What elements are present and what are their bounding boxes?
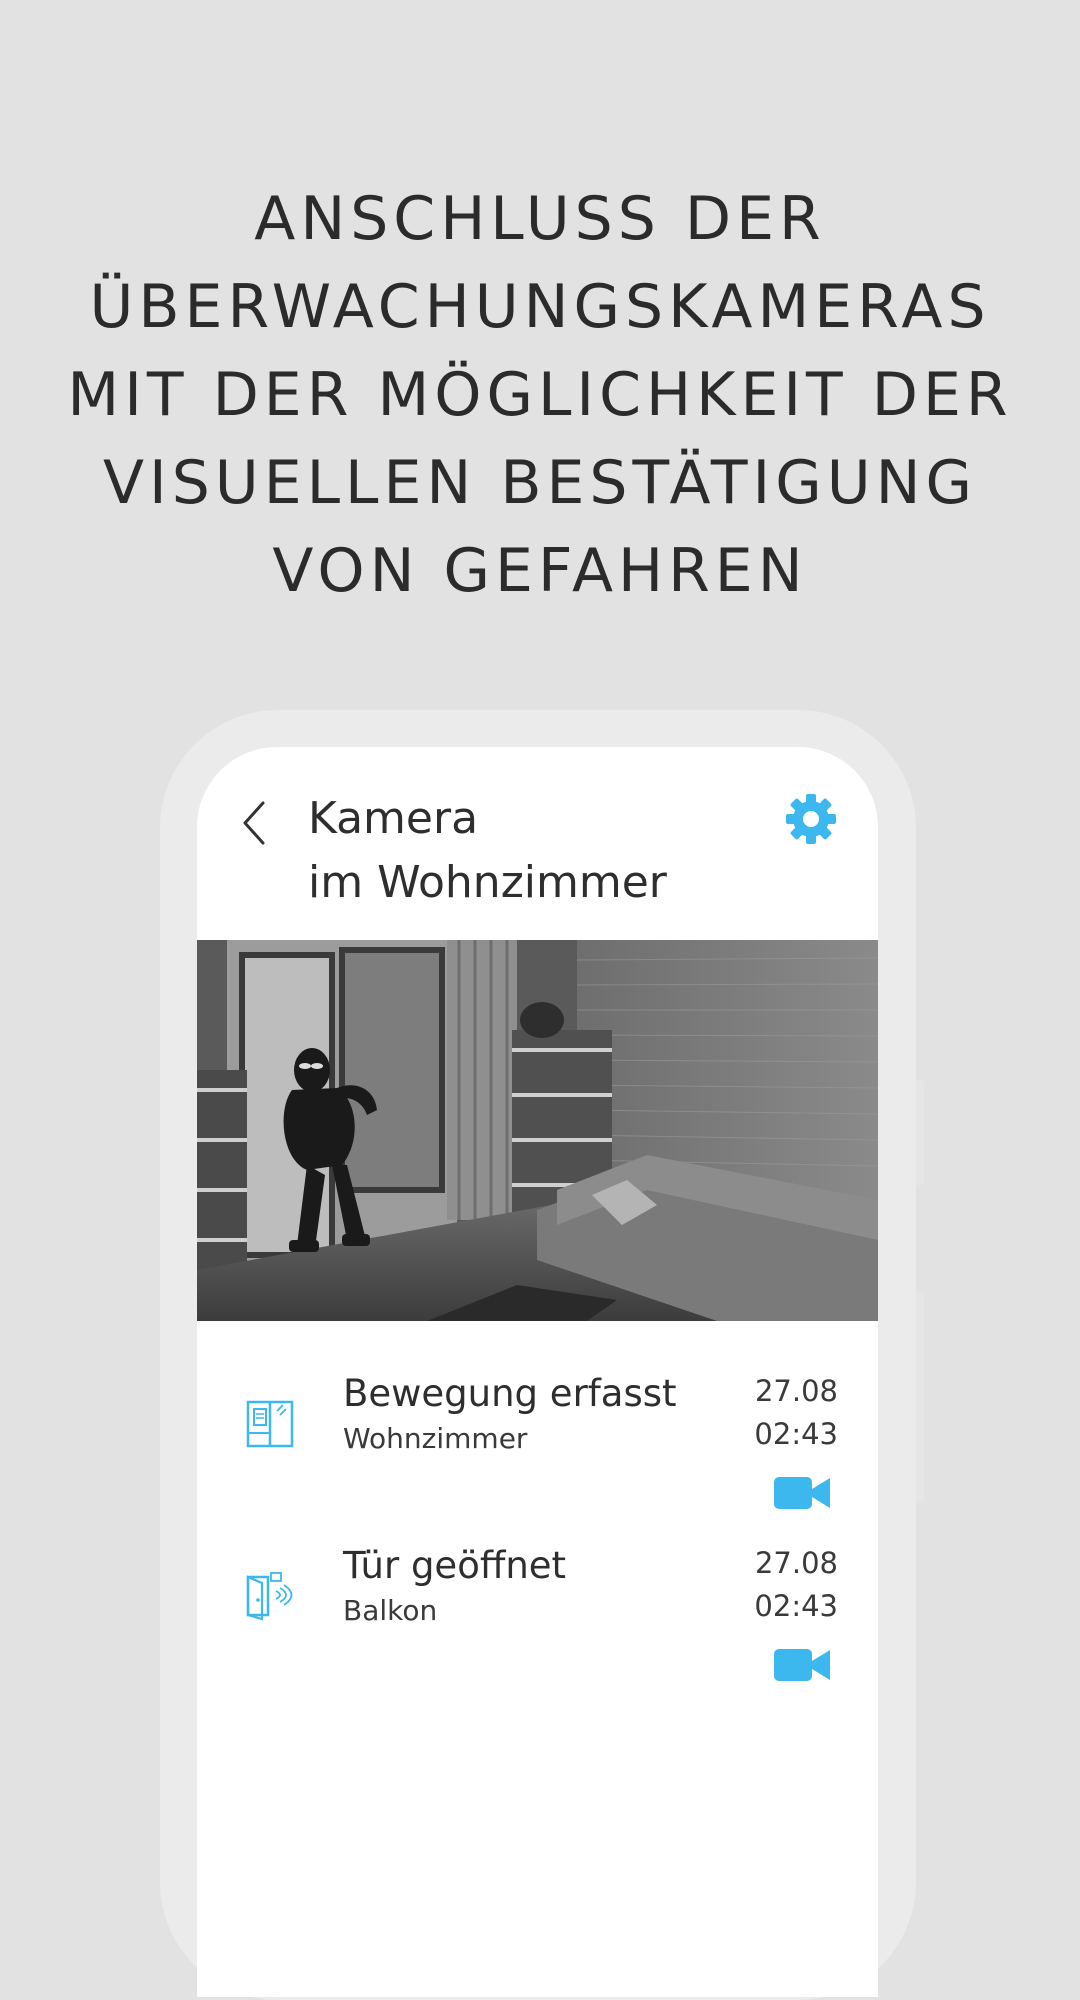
promo-headline: ANSCHLUSS DER ÜBERWACHUNGSKAMERAS MIT DE… — [60, 175, 1020, 615]
event-list: Bewegung erfasst Wohnzimmer 27.08 02:43 — [197, 1369, 878, 1713]
motion-sensor-icon — [245, 1399, 295, 1449]
video-camera-icon[interactable] — [774, 1475, 830, 1511]
headline-line: ÜBERWACHUNGSKAMERAS — [89, 272, 991, 342]
phone-side-button — [916, 1080, 924, 1185]
phone-screen: Kamera im Wohnzimmer Bewegung erfasst Wo… — [197, 747, 878, 1997]
settings-button[interactable] — [784, 792, 838, 846]
page-title: Kamera im Wohnzimmer — [308, 787, 667, 915]
event-location: Balkon — [343, 1594, 438, 1627]
app-header: Kamera im Wohnzimmer — [197, 747, 878, 940]
chevron-left-icon — [243, 801, 265, 845]
headline-line: MIT DER MÖGLICHKEIT DER — [67, 360, 1013, 430]
page-title-line1: Kamera — [308, 793, 479, 844]
back-button[interactable] — [233, 793, 283, 853]
headline-line: ANSCHLUSS DER — [254, 184, 826, 254]
gear-icon — [786, 794, 836, 844]
event-time: 02:43 — [754, 1589, 838, 1623]
door-sensor-icon — [245, 1571, 295, 1621]
list-item[interactable]: Tür geöffnet Balkon 27.08 02:43 — [197, 1541, 878, 1713]
headline-line: VON GEFAHREN — [272, 536, 808, 606]
camera-feed[interactable] — [197, 940, 878, 1321]
list-item[interactable]: Bewegung erfasst Wohnzimmer 27.08 02:43 — [197, 1369, 878, 1541]
camera-image — [197, 940, 878, 1321]
event-title: Tür geöffnet — [343, 1544, 567, 1587]
page-title-line2: im Wohnzimmer — [308, 857, 667, 908]
event-title: Bewegung erfasst — [343, 1372, 677, 1415]
event-date: 27.08 — [754, 1374, 838, 1408]
event-date: 27.08 — [754, 1546, 838, 1580]
event-time: 02:43 — [754, 1417, 838, 1451]
phone-side-button — [916, 1293, 924, 1503]
video-camera-icon[interactable] — [774, 1647, 830, 1683]
event-location: Wohnzimmer — [343, 1422, 528, 1455]
headline-line: VISUELLEN BESTÄTIGUNG — [102, 448, 978, 518]
